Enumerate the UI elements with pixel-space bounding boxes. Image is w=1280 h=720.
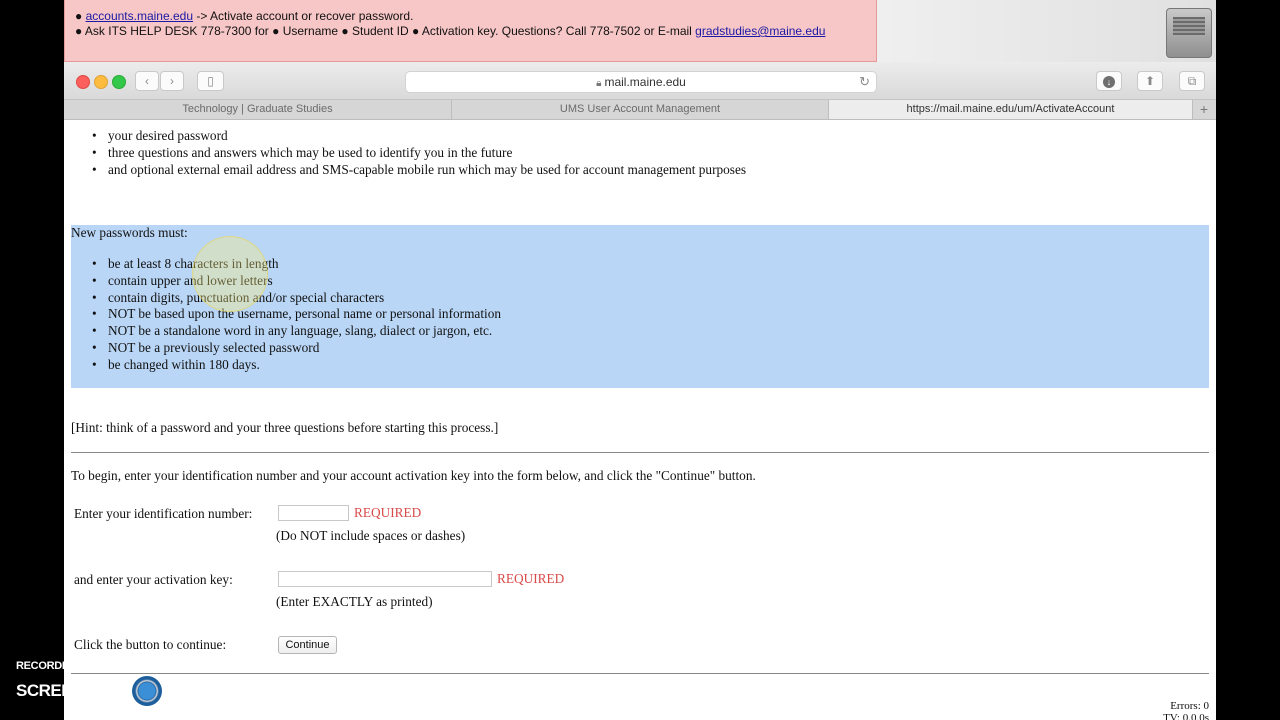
- activation-key-input[interactable]: [278, 571, 492, 587]
- recorded-with-label: RECORDED WITH: [16, 660, 107, 672]
- tab-technology-graduate-studies[interactable]: Technology | Graduate Studies: [64, 100, 452, 119]
- key-label: and enter your activation key:: [74, 572, 233, 587]
- continue-button[interactable]: Continue: [278, 636, 337, 654]
- list-item: NOT be a previously selected password: [92, 340, 501, 357]
- browser-toolbar: ‹ › ▯ 🔒︎ mail.maine.edu ↻ ↓ ⬆︎ ⧉: [64, 62, 1216, 100]
- close-window-button[interactable]: [76, 75, 90, 89]
- list-item: NOT be a standalone word in any language…: [92, 323, 501, 340]
- url-text: mail.maine.edu: [604, 75, 686, 89]
- tv-timer: TV: 0.0.0s: [1163, 712, 1209, 720]
- list-item: contain upper and lower letters: [92, 273, 501, 290]
- tab-activate-account[interactable]: https://mail.maine.edu/um/ActivateAccoun…: [829, 100, 1193, 119]
- divider: [71, 452, 1209, 453]
- downloads-button[interactable]: ↓: [1096, 71, 1122, 91]
- lock-icon: 🔒︎: [596, 78, 602, 89]
- tabs-icon: ⧉: [1187, 74, 1197, 88]
- back-button[interactable]: ‹: [135, 71, 159, 91]
- continue-label: Click the button to continue:: [74, 637, 227, 652]
- notes-banner: ● accounts.maine.edu -> Activate account…: [64, 0, 877, 62]
- list-item: contain digits, punctuation and/or speci…: [92, 290, 501, 307]
- errors-count: Errors: 0: [1170, 700, 1209, 712]
- hint-text: [Hint: think of a password and your thre…: [71, 420, 499, 435]
- cursor-highlight: [192, 236, 268, 312]
- screencast-o-matic-logo: SCREENCAST MATIC: [16, 676, 217, 706]
- reload-icon[interactable]: ↻: [859, 72, 870, 92]
- list-item: three questions and answers which may be…: [92, 145, 746, 162]
- desktop-background: [877, 0, 1216, 62]
- screencast-watermark: RECORDED WITH SCREENCAST MATIC: [16, 660, 217, 706]
- chevron-right-icon: ›: [170, 74, 174, 88]
- password-rules-list: be at least 8 characters in length conta…: [92, 256, 501, 374]
- hard-drive-icon[interactable]: [1166, 8, 1212, 58]
- new-tab-button[interactable]: +: [1192, 100, 1216, 119]
- forward-button[interactable]: ›: [160, 71, 184, 91]
- list-item: and optional external email address and …: [92, 162, 746, 179]
- begin-instructions: To begin, enter your identification numb…: [71, 468, 756, 483]
- list-item: be changed within 180 days.: [92, 357, 501, 374]
- id-required-label: REQUIRED: [354, 505, 422, 520]
- tabs-overview-button[interactable]: ⧉: [1179, 71, 1205, 91]
- accounts-link[interactable]: accounts.maine.edu: [86, 9, 193, 23]
- notes-line-2: ● Ask ITS HELP DESK 778-7300 for ● Usern…: [75, 24, 826, 38]
- minimize-window-button[interactable]: [94, 75, 108, 89]
- record-icon: [132, 676, 163, 706]
- divider: [71, 673, 1209, 674]
- plus-icon: +: [1199, 101, 1209, 117]
- errors-status: Errors: 0 TV: 0.0.0s: [1163, 700, 1209, 720]
- screen: ● accounts.maine.edu -> Activate account…: [64, 0, 1216, 720]
- key-note: (Enter EXACTLY as printed): [276, 594, 433, 609]
- chevron-left-icon: ‹: [145, 74, 149, 88]
- page-content: your desired password three questions an…: [64, 120, 1216, 720]
- address-bar[interactable]: 🔒︎ mail.maine.edu ↻: [405, 71, 877, 93]
- rules-heading: New passwords must:: [71, 225, 188, 240]
- key-required-label: REQUIRED: [497, 571, 565, 586]
- tab-ums-user-account-management[interactable]: UMS User Account Management: [452, 100, 829, 119]
- list-item: your desired password: [92, 128, 746, 145]
- download-icon: ↓: [1103, 76, 1115, 88]
- id-note: (Do NOT include spaces or dashes): [276, 528, 466, 543]
- list-item: be at least 8 characters in length: [92, 256, 501, 273]
- sidebar-button[interactable]: ▯: [197, 71, 224, 91]
- id-label: Enter your identification number:: [74, 506, 253, 521]
- sidebar-icon: ▯: [207, 74, 214, 88]
- gradstudies-email-link[interactable]: gradstudies@maine.edu: [695, 24, 825, 38]
- list-item: NOT be based upon the username, personal…: [92, 306, 501, 323]
- zoom-window-button[interactable]: [112, 75, 126, 89]
- share-button[interactable]: ⬆︎: [1137, 71, 1163, 91]
- id-number-input[interactable]: [278, 505, 349, 521]
- share-icon: ⬆︎: [1144, 74, 1156, 88]
- intro-list: your desired password three questions an…: [92, 128, 746, 179]
- tab-bar: Technology | Graduate Studies UMS User A…: [64, 100, 1216, 120]
- notes-line-1: ● accounts.maine.edu -> Activate account…: [75, 9, 414, 23]
